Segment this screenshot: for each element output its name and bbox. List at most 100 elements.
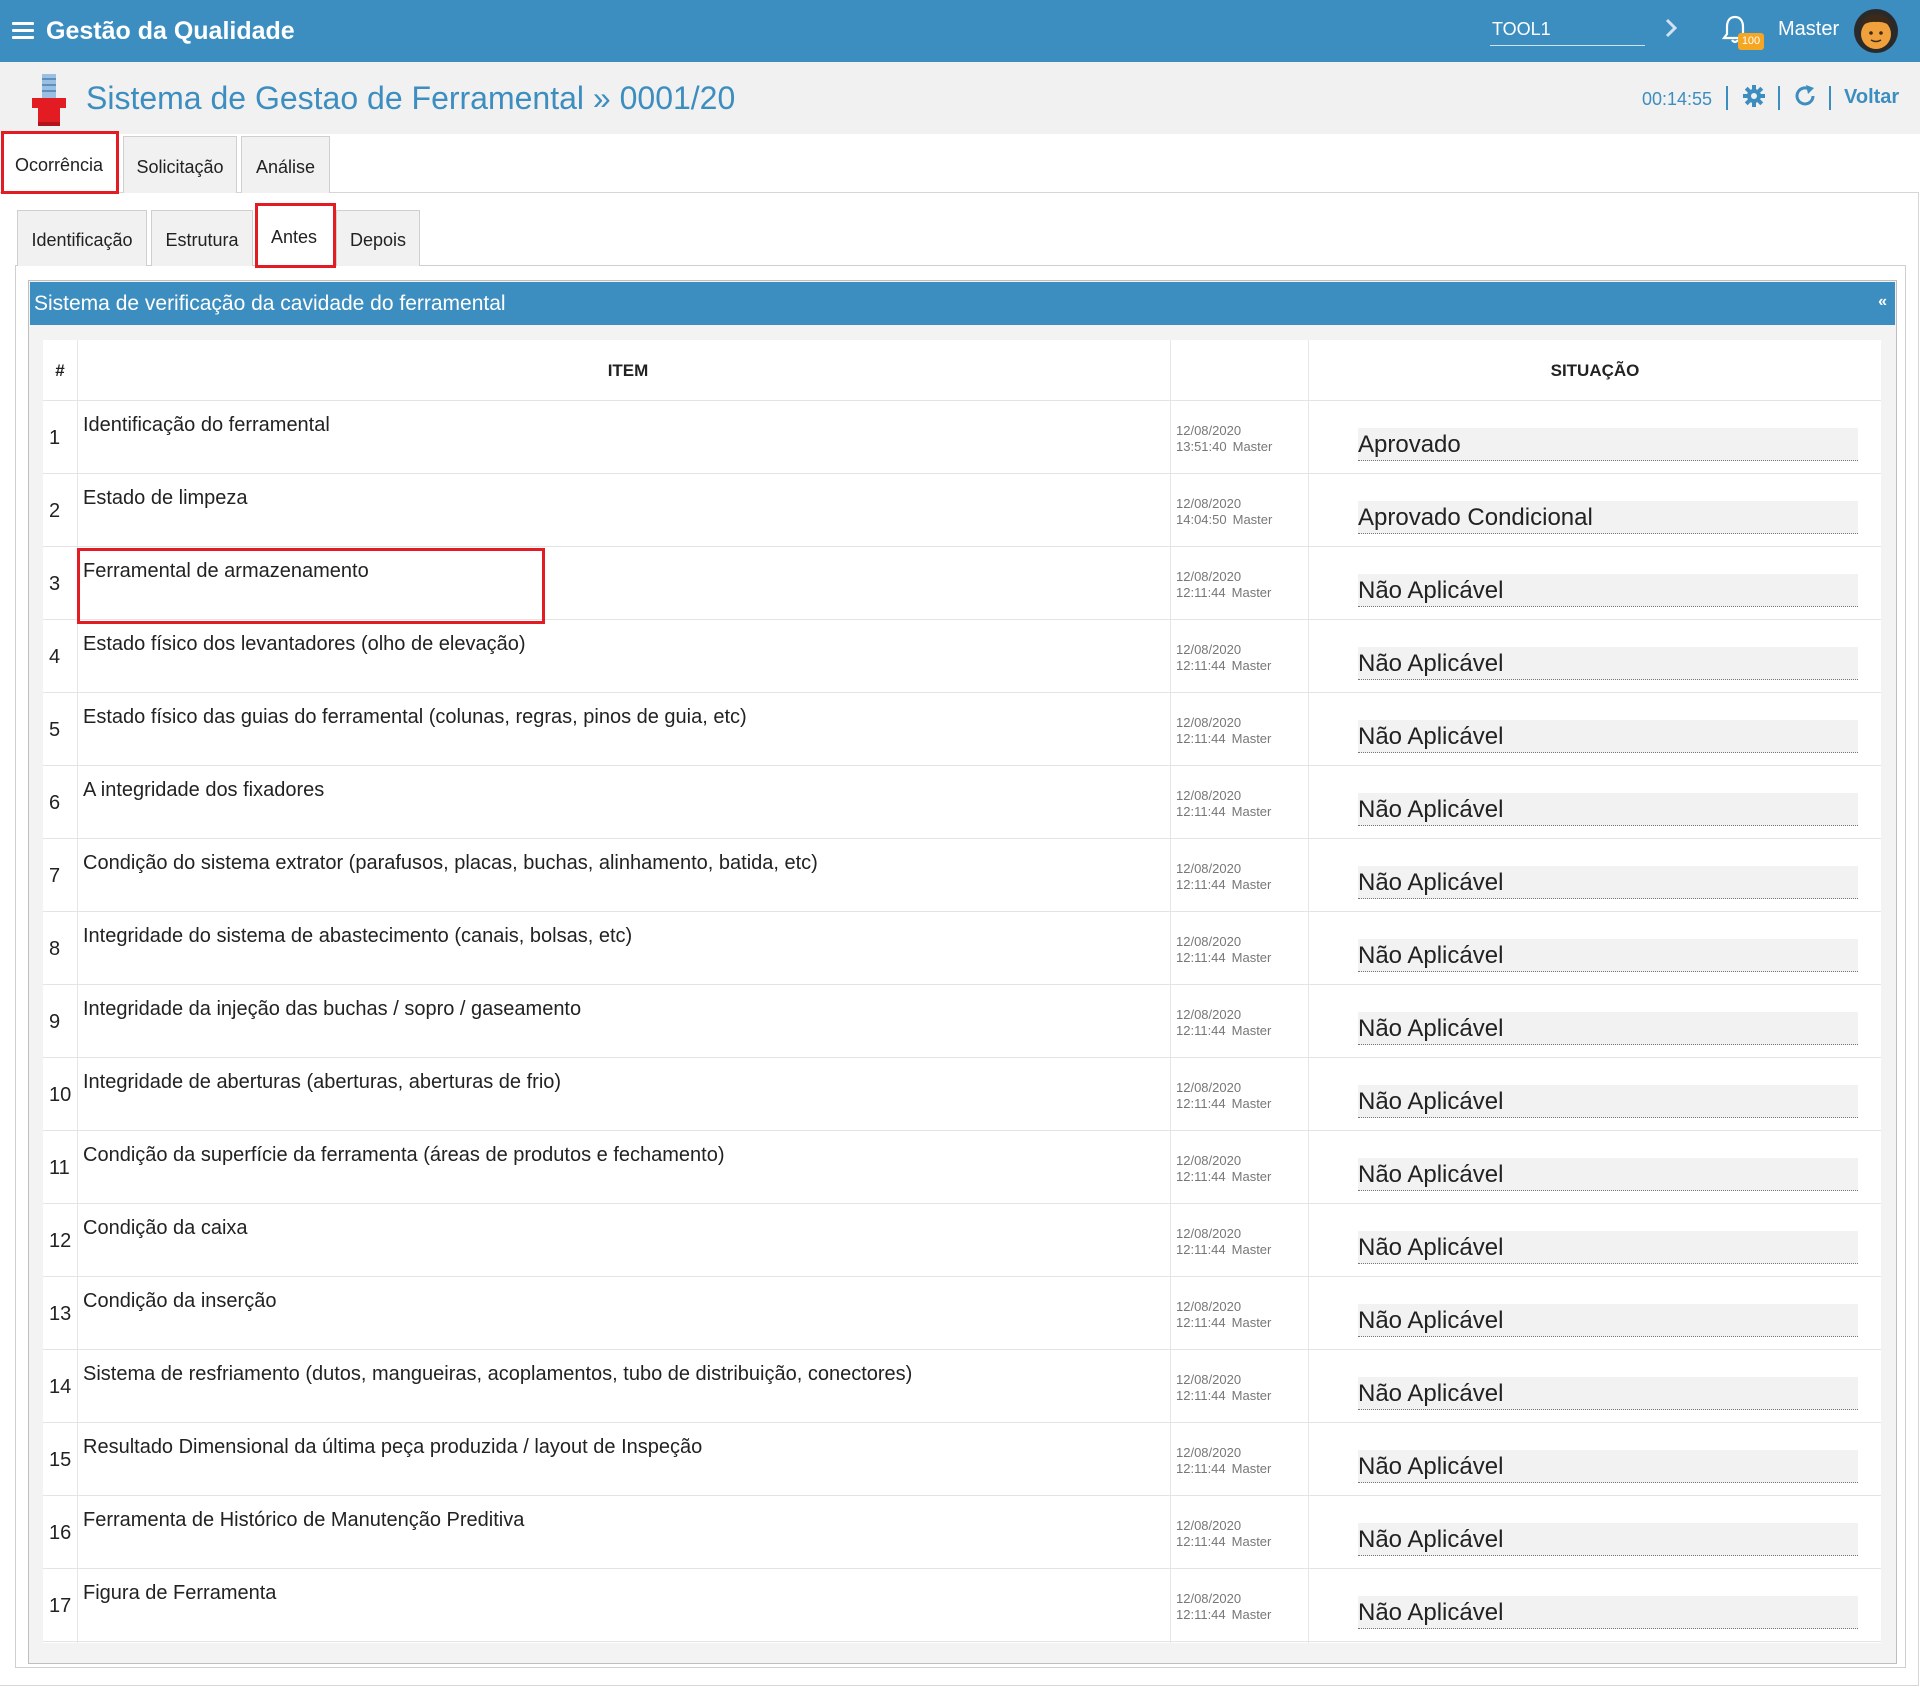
situation-select[interactable]: Não Aplicável	[1358, 1523, 1858, 1556]
situation-select[interactable]: Aprovado	[1358, 428, 1858, 461]
separator	[1726, 86, 1728, 110]
row-date: 12/08/2020	[1176, 715, 1242, 730]
row-item-label: Identificação do ferramental	[83, 414, 330, 436]
situation-select[interactable]: Aprovado Condicional	[1358, 501, 1858, 534]
chevron-right-icon[interactable]	[1660, 14, 1682, 42]
row-date: 12/08/2020	[1176, 1518, 1242, 1533]
row-number: 7	[49, 865, 61, 887]
row-date: 12/08/2020	[1176, 423, 1242, 438]
row-number: 14	[49, 1376, 72, 1398]
table-row: 15 Resultado Dimensional da última peça p…	[43, 1423, 1881, 1496]
row-user: Master	[1232, 439, 1273, 454]
tab-depois[interactable]: Depois	[336, 210, 420, 266]
row-number: 13	[49, 1303, 72, 1325]
table-header: # ITEM SITUAÇÃO	[43, 340, 1881, 401]
situation-value: Não Aplicável	[1358, 796, 1504, 823]
row-item-label: A integridade dos fixadores	[83, 779, 325, 801]
row-audit-info: 12/08/2020 12:11:44 Master	[1176, 1372, 1271, 1404]
row-time: 12:11:44	[1176, 1315, 1226, 1330]
situation-select[interactable]: Não Aplicável	[1358, 647, 1858, 680]
row-item-label: Figura de Ferramenta	[83, 1582, 277, 1604]
row-time: 14:04:50	[1176, 512, 1227, 527]
tab-label: Análise	[255, 157, 316, 177]
tab-ocorrencia[interactable]: Ocorrência	[4, 134, 114, 192]
situation-value: Não Aplicável	[1358, 1453, 1504, 1480]
gear-icon[interactable]	[1742, 84, 1766, 108]
situation-select[interactable]: Não Aplicável	[1358, 793, 1858, 826]
tab-antes[interactable]: Antes	[258, 205, 330, 267]
situation-select[interactable]: Não Aplicável	[1358, 1596, 1858, 1629]
situation-select[interactable]: Não Aplicável	[1358, 1231, 1858, 1264]
table-row: 10 Integridade de aberturas (aberturas, a…	[43, 1058, 1881, 1131]
avatar[interactable]	[1853, 8, 1899, 54]
situation-value: Não Aplicável	[1358, 1088, 1504, 1115]
row-user: Master	[1231, 658, 1272, 673]
tab-identificacao[interactable]: Identificação	[17, 210, 147, 266]
back-button[interactable]: Voltar	[1844, 86, 1899, 109]
tab-solicitacao[interactable]: Solicitação	[123, 136, 237, 193]
row-audit-info: 12/08/2020 12:11:44 Master	[1176, 1153, 1271, 1185]
user-name[interactable]: Master	[1778, 18, 1839, 41]
row-audit-info: 12/08/2020 12:11:44 Master	[1176, 1007, 1271, 1039]
row-item-label: Integridade da injeção das buchas / sopr…	[83, 998, 582, 1020]
row-number: 5	[49, 719, 61, 741]
table-row: 17 Figura de Ferramenta 12/08/2020 12:11:44…	[43, 1569, 1881, 1642]
tab-analise[interactable]: Análise	[241, 136, 330, 193]
situation-value: Não Aplicável	[1358, 1161, 1504, 1188]
row-date: 12/08/2020	[1176, 1591, 1242, 1606]
row-number: 1	[49, 427, 61, 449]
situation-value: Não Aplicável	[1358, 723, 1504, 750]
row-item-label: Estado físico dos levantadores (olho de …	[83, 633, 526, 655]
situation-value: Não Aplicável	[1358, 869, 1504, 896]
row-number: 6	[49, 792, 61, 814]
column-header-item: ITEM	[607, 361, 649, 380]
situation-select[interactable]: Não Aplicável	[1358, 1450, 1858, 1483]
tab-label: Solicitação	[136, 157, 224, 177]
row-user: Master	[1231, 1023, 1272, 1038]
situation-select[interactable]: Não Aplicável	[1358, 866, 1858, 899]
row-time: 12:11:44	[1176, 877, 1226, 892]
situation-select[interactable]: Não Aplicável	[1358, 574, 1858, 607]
row-time: 12:11:44	[1176, 1096, 1226, 1111]
app-title: Gestão da Qualidade	[46, 17, 295, 45]
collapse-button[interactable]: «	[1878, 293, 1887, 311]
situation-select[interactable]: Não Aplicável	[1358, 1377, 1858, 1410]
table-row: 9 Integridade da injeção das buchas / sop…	[43, 985, 1881, 1058]
tool-logo-icon	[32, 74, 66, 126]
situation-select[interactable]: Não Aplicável	[1358, 1158, 1858, 1191]
situation-select[interactable]: Não Aplicável	[1358, 939, 1858, 972]
row-number: 11	[49, 1157, 70, 1179]
tab-estrutura[interactable]: Estrutura	[151, 210, 253, 266]
table-row: 16 Ferramenta de Histórico de Manutenção …	[43, 1496, 1881, 1569]
row-user: Master	[1232, 512, 1273, 527]
table-row: 7 Condição do sistema extrator (parafusos…	[43, 839, 1881, 912]
menu-icon[interactable]	[12, 22, 34, 40]
row-time: 12:11:44	[1176, 585, 1226, 600]
row-audit-info: 12/08/2020 12:11:44 Master	[1176, 642, 1271, 674]
situation-select[interactable]: Não Aplicável	[1358, 1304, 1858, 1337]
table-row: 3 Ferramental de armazenamento 12/08/2020 1…	[43, 547, 1881, 620]
row-user: Master	[1231, 731, 1272, 746]
row-date: 12/08/2020	[1176, 934, 1242, 949]
row-date: 12/08/2020	[1176, 1299, 1242, 1314]
row-audit-info: 12/08/2020 12:11:44 Master	[1176, 861, 1271, 893]
situation-select[interactable]: Não Aplicável	[1358, 1012, 1858, 1045]
row-audit-info: 12/08/2020 12:11:44 Master	[1176, 569, 1271, 601]
row-number: 16	[49, 1522, 72, 1544]
tab-label: Estrutura	[165, 230, 239, 250]
table-row: 6 A integridade dos fixadores 12/08/2020 12…	[43, 766, 1881, 839]
section-header: Sistema de verificação da cavidade do fe…	[30, 282, 1895, 325]
situation-select[interactable]: Não Aplicável	[1358, 720, 1858, 753]
row-item-label: Integridade do sistema de abastecimento …	[83, 925, 633, 947]
row-audit-info: 12/08/2020 12:11:44 Master	[1176, 1080, 1271, 1112]
situation-select[interactable]: Não Aplicável	[1358, 1085, 1858, 1118]
row-time: 12:11:44	[1176, 1388, 1226, 1403]
row-date: 12/08/2020	[1176, 1153, 1242, 1168]
row-user: Master	[1231, 1242, 1272, 1257]
section-title: Sistema de verificação da cavidade do fe…	[34, 292, 506, 315]
situation-value: Não Aplicável	[1358, 1380, 1504, 1407]
row-user: Master	[1231, 1169, 1272, 1184]
tab-label: Depois	[349, 230, 407, 250]
refresh-icon[interactable]	[1793, 84, 1817, 108]
tool-select-input[interactable]	[1490, 14, 1645, 46]
